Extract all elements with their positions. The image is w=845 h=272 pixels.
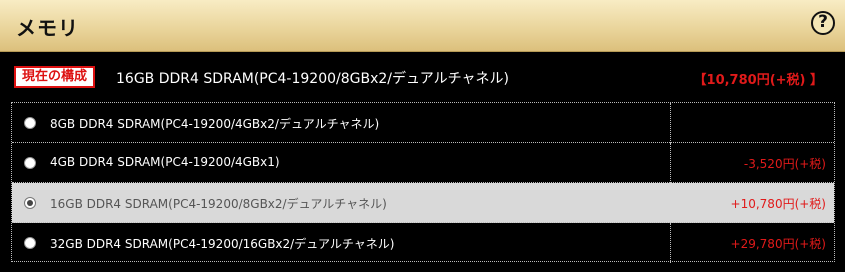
memory-option-32gb[interactable]: 32GB DDR4 SDRAM(PC4-19200/16GBx2/デュアルチャネ… bbox=[12, 223, 834, 263]
memory-config-panel: メモリ ? 現在の構成 16GB DDR4 SDRAM(PC4-19200/8G… bbox=[0, 0, 845, 272]
section-title: メモリ bbox=[16, 16, 79, 40]
option-label: 16GB DDR4 SDRAM(PC4-19200/8GBx2/デュアルチャネル… bbox=[50, 197, 387, 211]
memory-option-4gb[interactable]: 4GB DDR4 SDRAM(PC4-19200/4GBx1) -3,520円(… bbox=[12, 143, 834, 183]
column-divider bbox=[670, 103, 671, 143]
help-icon[interactable]: ? bbox=[811, 11, 835, 35]
current-config-price: 【10,780円(+税) 】 bbox=[693, 73, 823, 88]
current-config-name: 16GB DDR4 SDRAM(PC4-19200/8GBx2/デュアルチャネル… bbox=[116, 71, 509, 87]
option-price: -3,520円(+税) bbox=[743, 157, 826, 171]
radio-button-selected[interactable] bbox=[24, 197, 36, 209]
column-divider bbox=[670, 143, 671, 183]
option-price: +29,780円(+税) bbox=[730, 237, 826, 251]
radio-button[interactable] bbox=[24, 117, 36, 129]
option-price: +10,780円(+税) bbox=[730, 197, 826, 211]
memory-options-list: 8GB DDR4 SDRAM(PC4-19200/4GBx2/デュアルチャネル)… bbox=[11, 102, 835, 263]
option-label: 8GB DDR4 SDRAM(PC4-19200/4GBx2/デュアルチャネル) bbox=[50, 117, 380, 131]
option-label: 32GB DDR4 SDRAM(PC4-19200/16GBx2/デュアルチャネ… bbox=[50, 237, 395, 251]
column-divider bbox=[670, 183, 671, 223]
option-label: 4GB DDR4 SDRAM(PC4-19200/4GBx1) bbox=[50, 155, 280, 169]
radio-button[interactable] bbox=[24, 157, 36, 169]
memory-option-8gb[interactable]: 8GB DDR4 SDRAM(PC4-19200/4GBx2/デュアルチャネル) bbox=[12, 103, 834, 143]
section-header: メモリ ? bbox=[0, 0, 845, 52]
memory-option-16gb[interactable]: 16GB DDR4 SDRAM(PC4-19200/8GBx2/デュアルチャネル… bbox=[12, 183, 834, 223]
current-config-row: 現在の構成 16GB DDR4 SDRAM(PC4-19200/8GBx2/デュ… bbox=[0, 52, 845, 102]
column-divider bbox=[670, 223, 671, 263]
radio-button[interactable] bbox=[24, 237, 36, 249]
current-config-badge: 現在の構成 bbox=[14, 66, 96, 88]
